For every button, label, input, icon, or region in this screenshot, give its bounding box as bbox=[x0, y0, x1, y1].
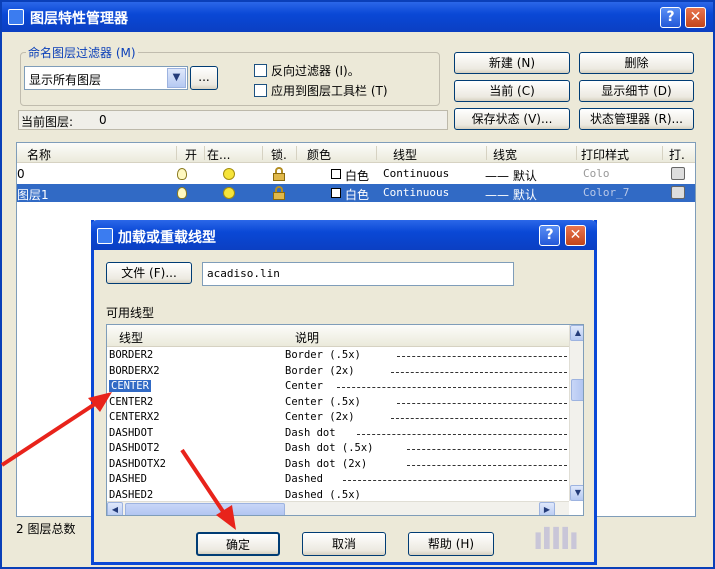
list-item-selected[interactable]: CENTER Center bbox=[107, 379, 569, 395]
dialog-title: 加载或重载线型 bbox=[118, 230, 216, 246]
list-item[interactable]: CENTER2 Center (.5x) bbox=[107, 395, 569, 411]
linetype-list-header: 线型 说明 bbox=[107, 325, 569, 347]
printer-icon[interactable] bbox=[671, 167, 685, 180]
layer-lineweight[interactable]: —— 默认 bbox=[485, 167, 537, 184]
dialog-close-button[interactable]: ✕ bbox=[565, 225, 586, 246]
current-layer-bar: 当前图层: 0 bbox=[18, 110, 448, 130]
horizontal-scrollbar[interactable]: ◀ ▶ bbox=[107, 501, 569, 515]
table-row[interactable]: 图层1 白色 Continuous —— 默认 Color_7 bbox=[17, 184, 695, 202]
layer-lineweight[interactable]: —— 默认 bbox=[485, 186, 537, 203]
filter-dots-button[interactable]: ... bbox=[190, 66, 218, 90]
checkbox-icon[interactable] bbox=[254, 64, 267, 77]
layer-linetype[interactable]: Continuous bbox=[383, 186, 449, 199]
main-help-button[interactable]: ? bbox=[660, 7, 681, 28]
file-name-value: acadiso.lin bbox=[207, 267, 280, 280]
dialog-help-icon-button[interactable]: ? bbox=[539, 225, 560, 246]
watermark-logo: ıIIIı bbox=[533, 522, 579, 557]
invert-filter-checkbox[interactable]: 反向过滤器 (I)。 bbox=[254, 62, 360, 79]
main-title: 图层特性管理器 bbox=[30, 11, 128, 27]
sun-icon[interactable] bbox=[223, 168, 235, 180]
lock-icon[interactable] bbox=[273, 167, 285, 181]
col-name[interactable]: 名称 bbox=[27, 146, 177, 162]
current-layer-value: 0 bbox=[99, 113, 107, 127]
invert-filter-label: 反向过滤器 (I)。 bbox=[271, 64, 360, 78]
col-linetype[interactable]: 线型 bbox=[393, 146, 487, 162]
checkbox-icon[interactable] bbox=[254, 84, 267, 97]
color-swatch[interactable] bbox=[331, 188, 341, 198]
chevron-down-icon[interactable]: ▼ bbox=[167, 68, 186, 88]
linetype-list[interactable]: 线型 说明 BORDER2 Border (.5x) BORDERX2 Border… bbox=[106, 324, 584, 516]
load-linetype-dialog: 加载或重载线型 ? ✕ 文件 (F)... acadiso.lin 可用线型 线… bbox=[91, 220, 597, 565]
delete-layer-button[interactable]: 删除 bbox=[579, 52, 694, 74]
apply-toolbar-checkbox[interactable]: 应用到图层工具栏 (T) bbox=[254, 82, 388, 99]
file-button[interactable]: 文件 (F)... bbox=[106, 262, 192, 284]
col-plot-style[interactable]: 打印样式 bbox=[581, 146, 663, 162]
layer-name: 0 bbox=[17, 167, 25, 181]
cancel-button[interactable]: 取消 bbox=[302, 532, 386, 556]
scroll-right-icon[interactable]: ▶ bbox=[539, 502, 555, 515]
list-item[interactable]: BORDER2 Border (.5x) bbox=[107, 348, 569, 364]
layer-plot-style: Color_7 bbox=[583, 186, 630, 199]
file-name-input[interactable]: acadiso.lin bbox=[202, 262, 514, 286]
scroll-thumb[interactable] bbox=[571, 379, 583, 401]
bulb-icon[interactable] bbox=[177, 187, 187, 199]
col-plot[interactable]: 打. bbox=[669, 146, 693, 162]
scroll-down-icon[interactable]: ▼ bbox=[570, 485, 583, 501]
layer-grid-header: 名称 开 在... 锁. 颜色 线型 线宽 打印样式 打. bbox=[17, 143, 695, 163]
new-layer-button[interactable]: 新建 (N) bbox=[454, 52, 570, 74]
help-button[interactable]: 帮助 (H) bbox=[408, 532, 494, 556]
show-details-button[interactable]: 显示细节 (D) bbox=[579, 80, 694, 102]
main-close-button[interactable]: ✕ bbox=[685, 7, 706, 28]
bulb-icon[interactable] bbox=[177, 168, 187, 180]
state-manager-button[interactable]: 状态管理器 (R)... bbox=[579, 108, 694, 130]
list-item[interactable]: CENTERX2 Center (2x) bbox=[107, 410, 569, 426]
set-current-button[interactable]: 当前 (C) bbox=[454, 80, 570, 102]
layer-color[interactable]: 白色 bbox=[345, 186, 369, 203]
layer-color[interactable]: 白色 bbox=[345, 167, 369, 184]
app-icon bbox=[8, 9, 24, 25]
color-swatch[interactable] bbox=[331, 169, 341, 179]
printer-icon[interactable] bbox=[671, 186, 685, 199]
list-item[interactable]: BORDERX2 Border (2x) bbox=[107, 364, 569, 380]
dialog-title-bar[interactable]: 加载或重载线型 ? ✕ bbox=[91, 220, 597, 250]
list-item[interactable]: DASHDOTX2 Dash dot (2x) bbox=[107, 457, 569, 473]
ok-button[interactable]: 确定 bbox=[196, 532, 280, 556]
list-item[interactable]: DASHED Dashed bbox=[107, 472, 569, 488]
list-item[interactable]: DASHDOT Dash dot bbox=[107, 426, 569, 442]
app-icon bbox=[97, 228, 113, 244]
available-linetypes-label: 可用线型 bbox=[106, 306, 155, 320]
filter-select[interactable]: 显示所有图层 ▼ bbox=[24, 66, 188, 90]
layer-linetype[interactable]: Continuous bbox=[383, 167, 449, 180]
vertical-scrollbar[interactable]: ▲ ▼ bbox=[569, 325, 583, 501]
col-on[interactable]: 开 bbox=[185, 146, 205, 162]
col-color[interactable]: 颜色 bbox=[307, 146, 377, 162]
layer-count-status: 2 图层总数 bbox=[16, 522, 76, 536]
lock-icon[interactable] bbox=[273, 186, 285, 200]
sun-icon[interactable] bbox=[223, 187, 235, 199]
main-title-bar[interactable]: 图层特性管理器 ? ✕ bbox=[2, 2, 713, 32]
current-layer-label: 当前图层: bbox=[21, 115, 74, 129]
col-linetype[interactable]: 线型 bbox=[119, 329, 143, 346]
layer-name: 图层1 bbox=[17, 188, 49, 202]
scroll-up-icon[interactable]: ▲ bbox=[570, 325, 583, 341]
col-lock[interactable]: 锁. bbox=[271, 146, 297, 162]
list-item[interactable]: DASHDOT2 Dash dot (.5x) bbox=[107, 441, 569, 457]
col-description[interactable]: 说明 bbox=[295, 329, 319, 346]
col-freeze[interactable]: 在... bbox=[207, 146, 263, 162]
col-lineweight[interactable]: 线宽 bbox=[493, 146, 577, 162]
scroll-left-icon[interactable]: ◀ bbox=[107, 502, 123, 515]
layer-plot-style: Colo bbox=[583, 167, 610, 180]
filter-group-label: 命名图层过滤器 (M) bbox=[26, 44, 138, 61]
filter-select-value: 显示所有图层 bbox=[29, 73, 102, 87]
save-state-button[interactable]: 保存状态 (V)... bbox=[454, 108, 570, 130]
apply-toolbar-label: 应用到图层工具栏 (T) bbox=[271, 84, 388, 98]
scroll-thumb[interactable] bbox=[125, 503, 285, 515]
table-row[interactable]: 0 白色 Continuous —— 默认 Colo bbox=[17, 165, 695, 183]
